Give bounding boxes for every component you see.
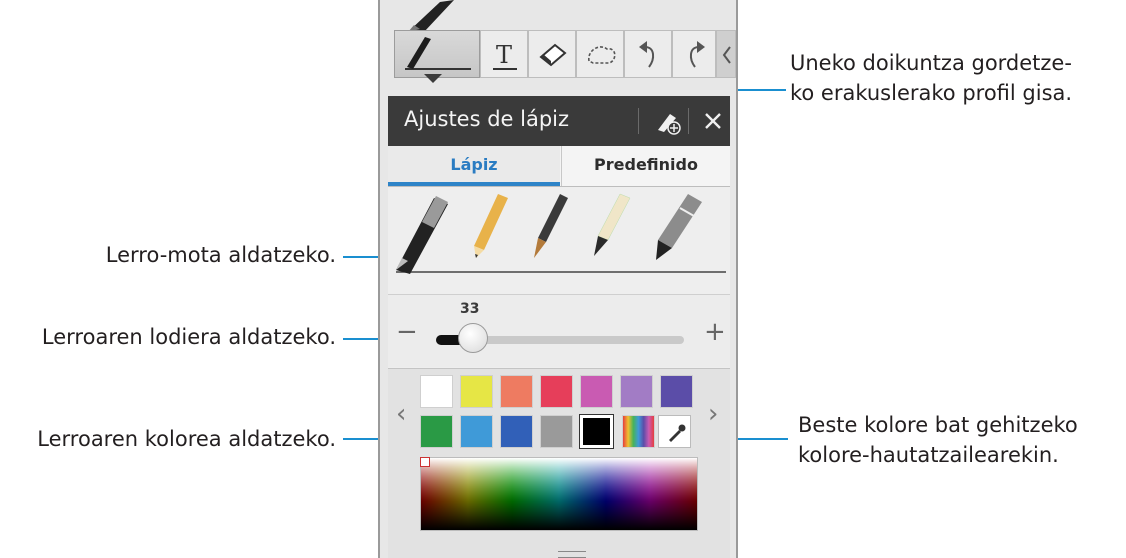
redo-button[interactable] <box>672 30 716 78</box>
annotation-thickness: Lerroaren lodiera aldatzeko. <box>41 325 336 349</box>
lasso-tool-button[interactable] <box>576 30 624 78</box>
color-picker-button[interactable] <box>658 415 691 448</box>
color-swatch[interactable] <box>420 415 453 448</box>
panel-resize-handle[interactable] <box>558 551 586 558</box>
tab-lapiz[interactable]: Lápiz <box>388 146 560 186</box>
size-value: 33 <box>460 301 480 317</box>
ballpoint-pen-icon[interactable] <box>396 196 448 274</box>
pen-settings-panel: Ajustes de lápiz Lápiz Predefinido 33 − … <box>388 96 730 558</box>
save-preset-button[interactable] <box>652 106 684 136</box>
undo-button[interactable] <box>624 30 672 78</box>
palette-next-button[interactable]: › <box>708 399 718 429</box>
annotation-picker-line1: Beste kolore bat gehitzeko <box>798 413 1078 437</box>
annotation-pen-type: Lerro-mota aldatzeko. <box>105 243 336 267</box>
pen-type-selector <box>388 188 730 294</box>
brush-icon[interactable] <box>534 194 568 258</box>
annotation-profile-line1: Uneko doikuntza gordetze- <box>790 51 1072 75</box>
color-swatch[interactable] <box>579 414 614 449</box>
close-panel-button[interactable] <box>698 106 728 136</box>
annotation-profile: Uneko doikuntza gordetze- ko erakuslerak… <box>790 48 1072 108</box>
color-palette-area: ‹ › <box>388 368 730 558</box>
color-swatch[interactable] <box>580 375 613 408</box>
selected-tool-pointer <box>424 74 442 83</box>
color-spectrum[interactable] <box>420 457 698 531</box>
annotation-color: Lerroaren kolorea aldatzeko. <box>37 427 336 451</box>
annotation-profile-line2: ko erakuslerako profil gisa. <box>790 81 1073 105</box>
header-divider <box>638 108 639 134</box>
thickness-slider-area: 33 − + <box>388 294 730 367</box>
pen-tool-button[interactable] <box>394 30 480 78</box>
color-swatch[interactable] <box>460 375 493 408</box>
annotation-picker: Beste kolore bat gehitzeko kolore-hautat… <box>798 410 1078 470</box>
svg-text:T: T <box>496 41 512 69</box>
marker-icon[interactable] <box>656 194 702 260</box>
palette-prev-button[interactable]: ‹ <box>396 399 406 429</box>
increase-size-button[interactable]: + <box>704 317 726 347</box>
panel-tabs: Lápiz Predefinido <box>388 146 730 187</box>
panel-title: Ajustes de lápiz <box>404 107 570 131</box>
slider-thumb[interactable] <box>458 323 488 353</box>
color-swatch[interactable] <box>660 375 693 408</box>
color-swatch[interactable] <box>500 415 533 448</box>
device-screen: T Ajustes de lápiz Lápiz Predefinido 33 … <box>378 0 738 558</box>
color-swatch[interactable] <box>540 415 573 448</box>
header-divider <box>688 108 689 134</box>
color-swatch[interactable] <box>500 375 533 408</box>
redo-icon <box>689 41 705 68</box>
text-icon: T <box>493 41 517 70</box>
eraser-tool-button[interactable] <box>528 30 576 78</box>
color-swatch[interactable] <box>620 375 653 408</box>
calligraphy-pen-icon[interactable] <box>594 193 631 256</box>
collapse-icon <box>722 46 731 64</box>
pen-add-preset-icon <box>658 114 681 135</box>
pencil-icon[interactable] <box>474 194 508 258</box>
pen-nib-decoration <box>408 0 454 32</box>
close-icon <box>705 113 721 129</box>
pen-types <box>396 193 726 274</box>
custom-color-swatch[interactable] <box>622 415 655 448</box>
toolbar: T <box>394 30 736 80</box>
collapse-toolbar-button[interactable] <box>716 30 736 78</box>
decrease-size-button[interactable]: − <box>396 317 418 347</box>
spectrum-marker[interactable] <box>420 457 430 467</box>
eyedropper-icon <box>669 424 686 442</box>
lasso-icon <box>588 46 616 64</box>
undo-icon <box>639 41 655 68</box>
tab-predefinido[interactable]: Predefinido <box>561 146 730 186</box>
color-swatch[interactable] <box>540 375 573 408</box>
panel-header: Ajustes de lápiz <box>388 96 730 146</box>
color-swatch[interactable] <box>460 415 493 448</box>
text-tool-button[interactable]: T <box>480 30 528 78</box>
color-swatch[interactable] <box>420 375 453 408</box>
annotation-picker-line2: kolore-hautatzailearekin. <box>798 443 1059 467</box>
pen-icon <box>405 37 471 70</box>
eraser-icon <box>539 43 567 67</box>
